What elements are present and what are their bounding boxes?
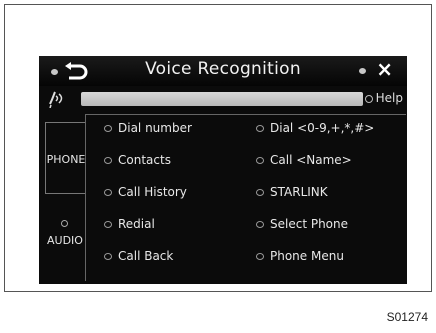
command-list: Dial number Dial <0-9,+,*,#> Contacts Ca… <box>85 114 406 281</box>
close-button[interactable]: × <box>351 57 395 83</box>
tab-audio-label: AUDIO <box>47 234 83 247</box>
indicator-dot-icon <box>104 253 112 260</box>
indicator-dot-icon <box>364 94 373 103</box>
tab-audio[interactable]: AUDIO <box>45 196 85 266</box>
indicator-dot-icon <box>256 157 264 164</box>
command-phone-menu[interactable]: Phone Menu <box>256 249 344 263</box>
voice-recognition-icon <box>49 91 63 108</box>
command-contacts[interactable]: Contacts <box>104 153 171 167</box>
indicator-dot-icon <box>104 221 112 228</box>
figure-id: S01274 <box>386 310 428 324</box>
voice-input-row: Help <box>39 88 407 110</box>
command-redial[interactable]: Redial <box>104 217 155 231</box>
title-bar: Voice Recognition × <box>39 56 407 86</box>
command-call-history[interactable]: Call History <box>104 185 187 199</box>
command-dial-digits[interactable]: Dial <0-9,+,*,#> <box>256 121 374 135</box>
figure-frame: Voice Recognition × Help PHONE AUDIO Dia… <box>4 4 432 292</box>
indicator-dot-icon <box>256 125 264 132</box>
indicator-dot-icon <box>61 220 68 227</box>
command-call-back[interactable]: Call Back <box>104 249 173 263</box>
command-dial-number[interactable]: Dial number <box>104 121 192 135</box>
voice-recognition-screen: Voice Recognition × Help PHONE AUDIO Dia… <box>39 56 407 284</box>
command-select-phone[interactable]: Select Phone <box>256 217 348 231</box>
command-call-name[interactable]: Call <Name> <box>256 153 352 167</box>
voice-input-field[interactable] <box>81 92 363 106</box>
indicator-dot-icon <box>256 221 264 228</box>
indicator-dot-icon <box>256 189 264 196</box>
close-x-icon: × <box>376 57 393 81</box>
help-label: Help <box>375 91 403 105</box>
indicator-dot-icon <box>104 157 112 164</box>
tab-phone[interactable]: PHONE <box>45 122 86 194</box>
indicator-dot-icon <box>256 253 264 260</box>
indicator-dot-icon <box>104 125 112 132</box>
help-button[interactable]: Help <box>364 91 403 105</box>
indicator-dot-icon <box>104 189 112 196</box>
tab-phone-label: PHONE <box>46 153 86 166</box>
command-starlink[interactable]: STARLINK <box>256 185 328 199</box>
category-tabs: PHONE AUDIO <box>39 114 86 284</box>
mic-indicator-icon <box>359 68 366 74</box>
